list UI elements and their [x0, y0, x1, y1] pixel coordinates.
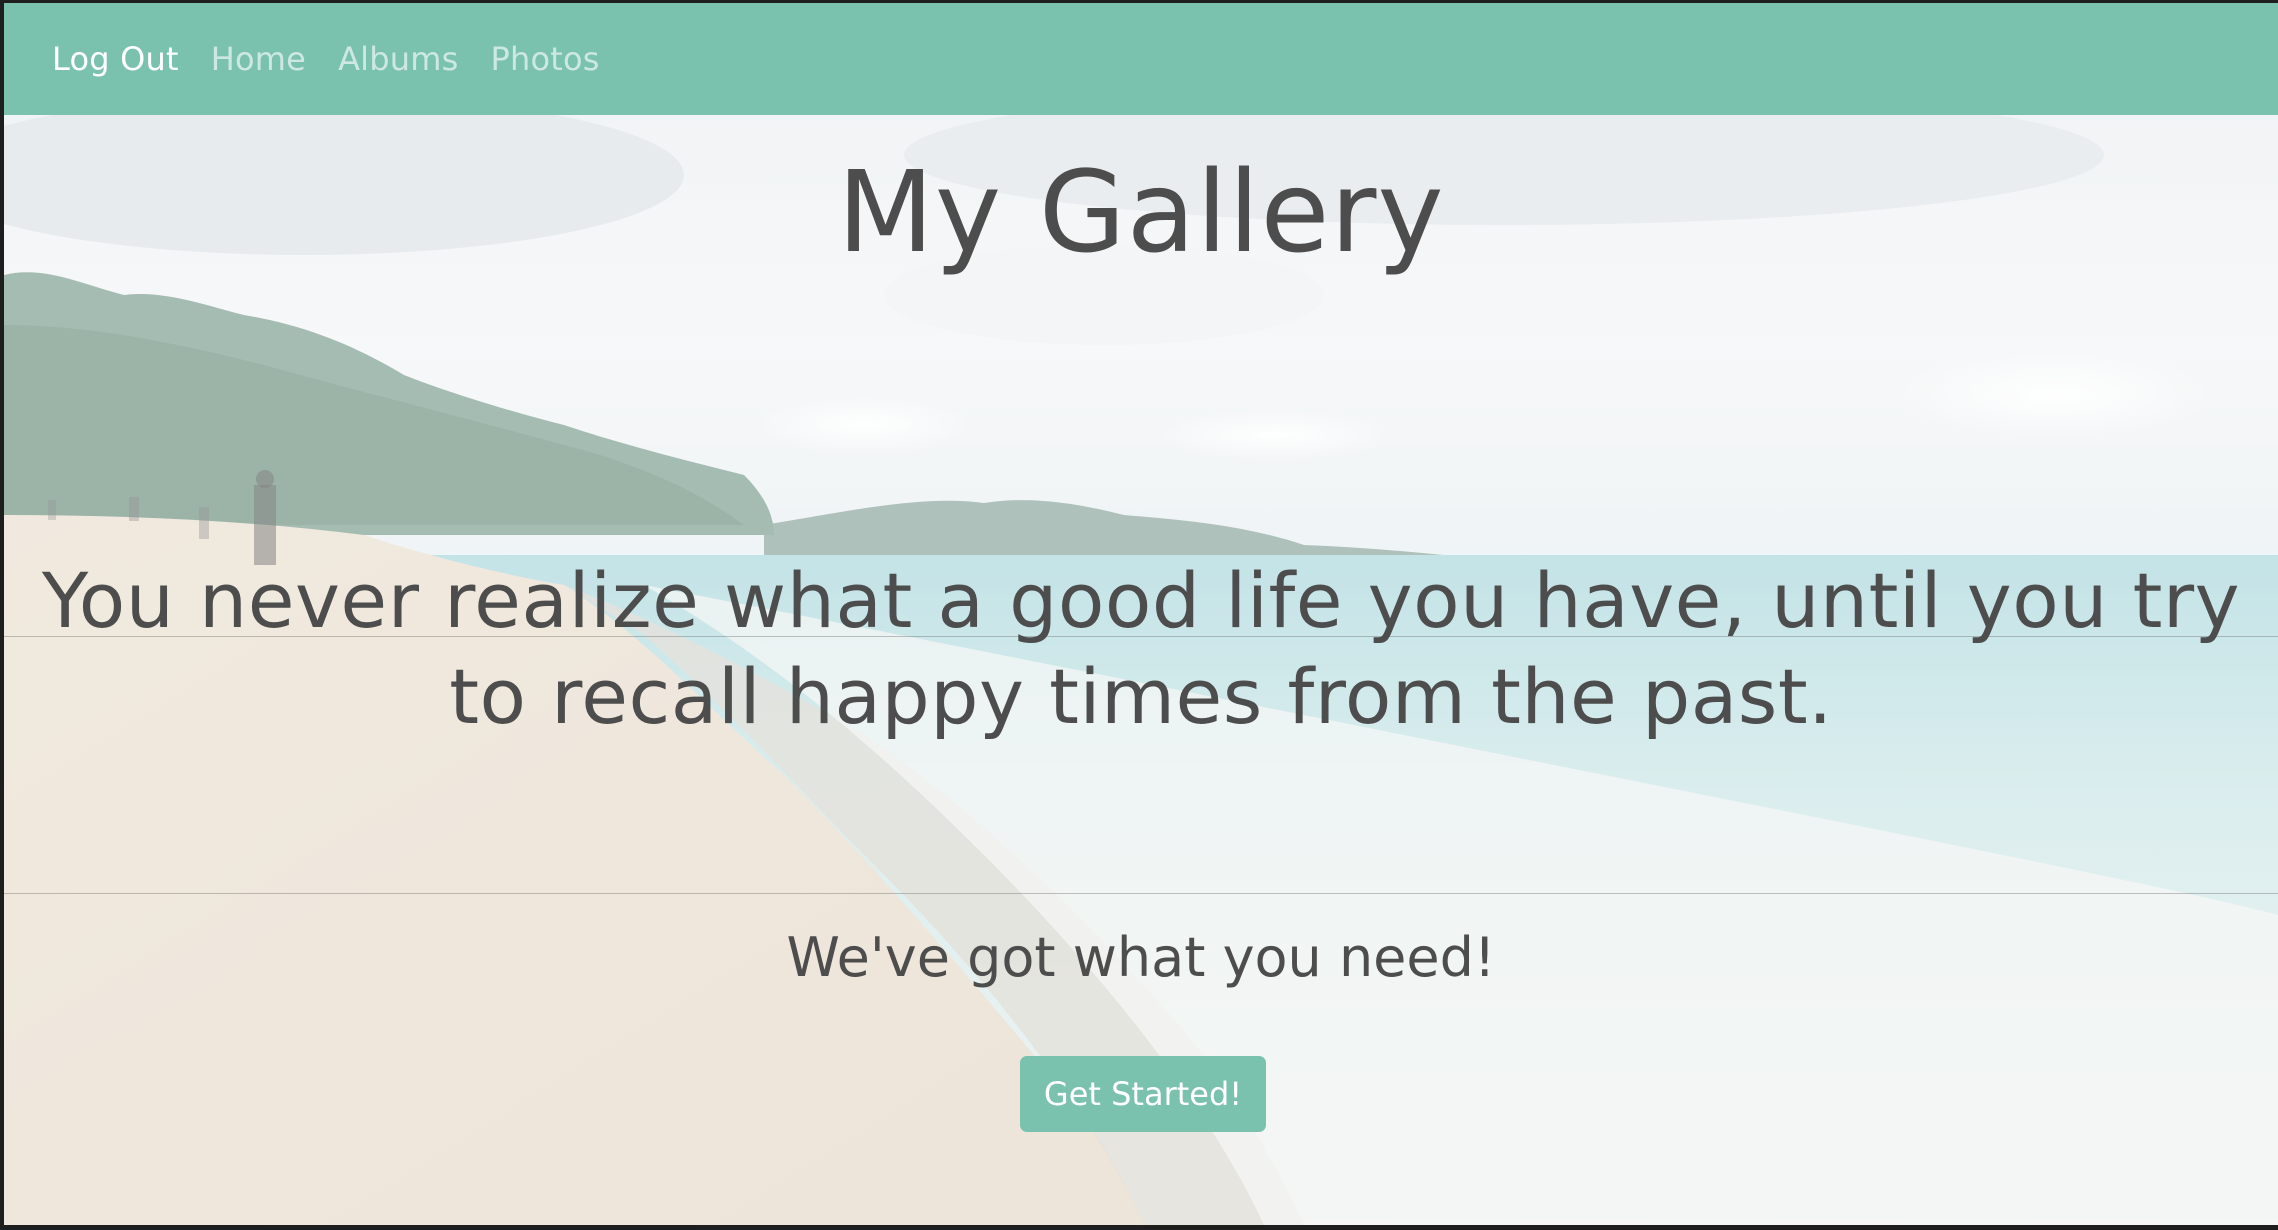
page-title: My Gallery	[837, 148, 1445, 278]
nav-albums-link[interactable]: Albums	[338, 40, 458, 78]
hero-quote: You never realize what a good life you h…	[41, 556, 2241, 741]
browser-viewport: Log Out Home Albums Photos My Gallery Yo…	[4, 3, 2278, 1225]
nav-photos-link[interactable]: Photos	[490, 40, 599, 78]
top-navbar: Log Out Home Albums Photos	[4, 3, 2278, 115]
hero-subtitle: We've got what you need!	[786, 926, 1496, 989]
divider-bottom	[4, 893, 2278, 894]
nav-home-link[interactable]: Home	[211, 40, 306, 78]
get-started-button[interactable]: Get Started!	[1020, 1056, 1266, 1132]
nav-logout-link[interactable]: Log Out	[52, 40, 179, 78]
